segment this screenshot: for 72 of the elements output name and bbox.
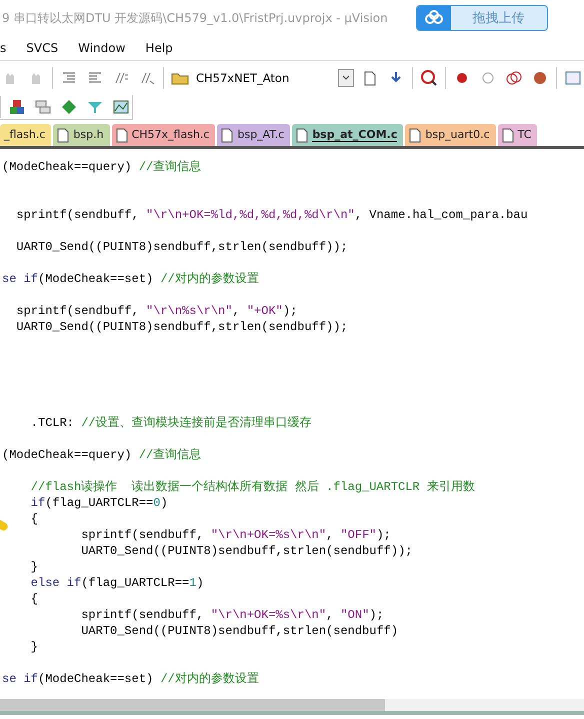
file-tab[interactable]: _flash.c	[0, 124, 52, 146]
code-comment: //对内的参数设置	[160, 272, 259, 286]
file-tab[interactable]: bsp_AT.c	[217, 124, 290, 146]
code-comment: //查询信息	[138, 448, 202, 462]
code-text: (ModeCheak==query)	[2, 448, 133, 462]
file-tab[interactable]: bsp_at_COM.c	[292, 124, 404, 146]
code-text: 1	[189, 576, 196, 590]
code-text: "\r\n+OK=%s\r\n"	[210, 608, 326, 622]
target-select[interactable]: CH57xNET_Aton	[196, 68, 354, 88]
code-text: (flag_UARTCLR==	[81, 576, 190, 590]
menu-item[interactable]: Help	[145, 41, 173, 55]
code-text: {	[30, 512, 38, 526]
code-comment: //查询信息	[138, 160, 202, 174]
code-text: sprintf(sendbuff,	[80, 608, 205, 622]
cloud-icon	[424, 10, 444, 26]
menu-item[interactable]: Window	[78, 41, 126, 55]
code-text: ,	[326, 608, 334, 622]
code-text: else if	[30, 576, 82, 590]
code-text: sprintf(sendbuff,	[15, 304, 140, 318]
code-text: se if	[2, 272, 38, 286]
code-text: )	[160, 496, 168, 510]
code-text: }	[30, 560, 38, 574]
code-text: UART0_Send((PUINT8)sendbuff,strlen(sendbuff)	[80, 624, 398, 638]
debug-icon[interactable]	[419, 68, 439, 88]
file-tab[interactable]: CH57x_flash.c	[112, 124, 216, 146]
document-icon	[116, 128, 128, 142]
window-title: 9 串口转以太网DTU 开发源码\CH579_v1.0\FristPrj.uvprojx - µVision	[1, 10, 388, 26]
code-text: "\r\n+OK=%ld,%d,%d,%d,%d\r\n"	[146, 208, 355, 222]
scrollbar-thumb[interactable]	[0, 699, 385, 711]
code-comment: //设置、查询模块连接前是否清理串口缓存	[81, 416, 312, 430]
code-text: {	[30, 592, 38, 606]
menu-item[interactable]: s	[0, 41, 6, 55]
code-text: .TCLR:	[30, 416, 76, 430]
chevron-down-icon	[342, 75, 350, 81]
file-tab[interactable]: bsp_uart0.c	[405, 124, 496, 146]
code-text: (ModeCheak==set)	[38, 672, 154, 686]
code-text: 0	[153, 496, 160, 510]
code-comment: //对内的参数设置	[160, 672, 259, 686]
code-text: se if	[2, 672, 38, 686]
document-icon	[409, 128, 422, 142]
code-text: , Vname.hal_com_para.bau	[354, 208, 528, 222]
document-icon	[502, 128, 514, 142]
code-text: ,	[232, 304, 241, 318]
file-tab[interactable]: TC	[498, 124, 538, 146]
menu-item[interactable]: SVCS	[26, 41, 58, 55]
document-icon	[296, 128, 308, 142]
code-text: sprintf(sendbuff,	[80, 528, 205, 542]
code-text: );	[376, 528, 391, 542]
file-tab[interactable]: bsp.h	[53, 124, 110, 146]
code-text: "\r\n+OK=%s\r\n"	[210, 528, 326, 542]
code-text: )	[196, 576, 204, 590]
code-text: (ModeCheak==query)	[2, 160, 133, 174]
code-text: "\r\n%s\r\n"	[146, 304, 232, 318]
code-text: UART0_Send((PUINT8)sendbuff,strlen(sendbuff));	[15, 240, 348, 254]
code-text: (flag_UARTCLR==	[45, 496, 154, 510]
horizontal-scrollbar[interactable]	[0, 699, 584, 715]
code-text: );	[282, 304, 298, 318]
code-text: );	[369, 608, 384, 622]
code-text: sprintf(sendbuff,	[15, 208, 140, 222]
code-text: (ModeCheak==set)	[38, 272, 154, 286]
code-text: "OFF"	[340, 528, 376, 542]
blocks-icon[interactable]	[7, 97, 27, 117]
code-text: "ON"	[340, 608, 370, 622]
code-text: if	[30, 496, 46, 510]
code-text: ,	[326, 528, 334, 542]
code-text: UART0_Send((PUINT8)sendbuff,strlen(sendbuff));	[15, 320, 348, 334]
code-text: }	[30, 640, 38, 654]
code-text: "+OK"	[246, 304, 283, 318]
code-comment: //flash读操作 读出数据一个结构体所有数据 然后 .flag_UARTCLR 来引用数	[30, 480, 475, 494]
document-icon	[221, 128, 234, 142]
code-text: UART0_Send((PUINT8)sendbuff,strlen(sendbuff));	[80, 544, 412, 558]
document-icon	[57, 128, 70, 142]
